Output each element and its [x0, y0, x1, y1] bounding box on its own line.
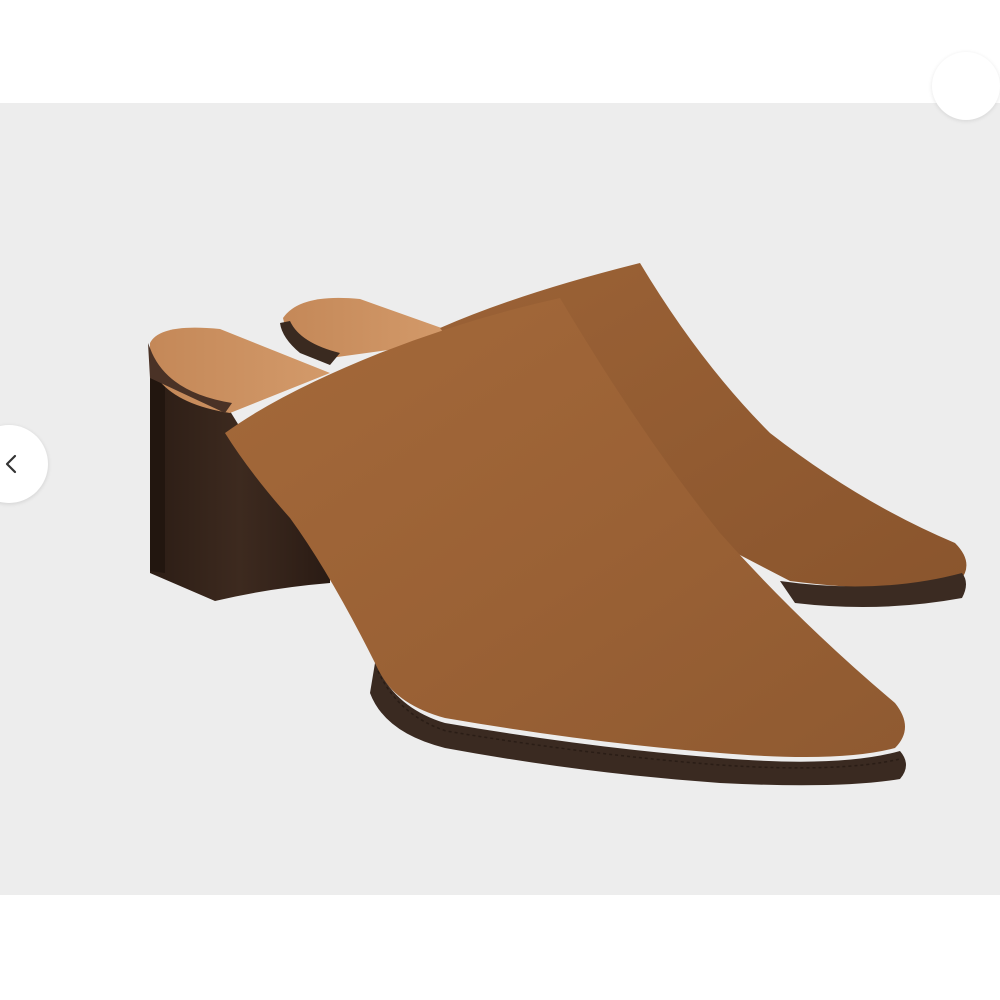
product-photo: [0, 103, 1000, 895]
corner-action-button[interactable]: [932, 52, 1000, 120]
chevron-left-icon: [5, 454, 17, 474]
image-viewer: [0, 0, 1000, 1000]
